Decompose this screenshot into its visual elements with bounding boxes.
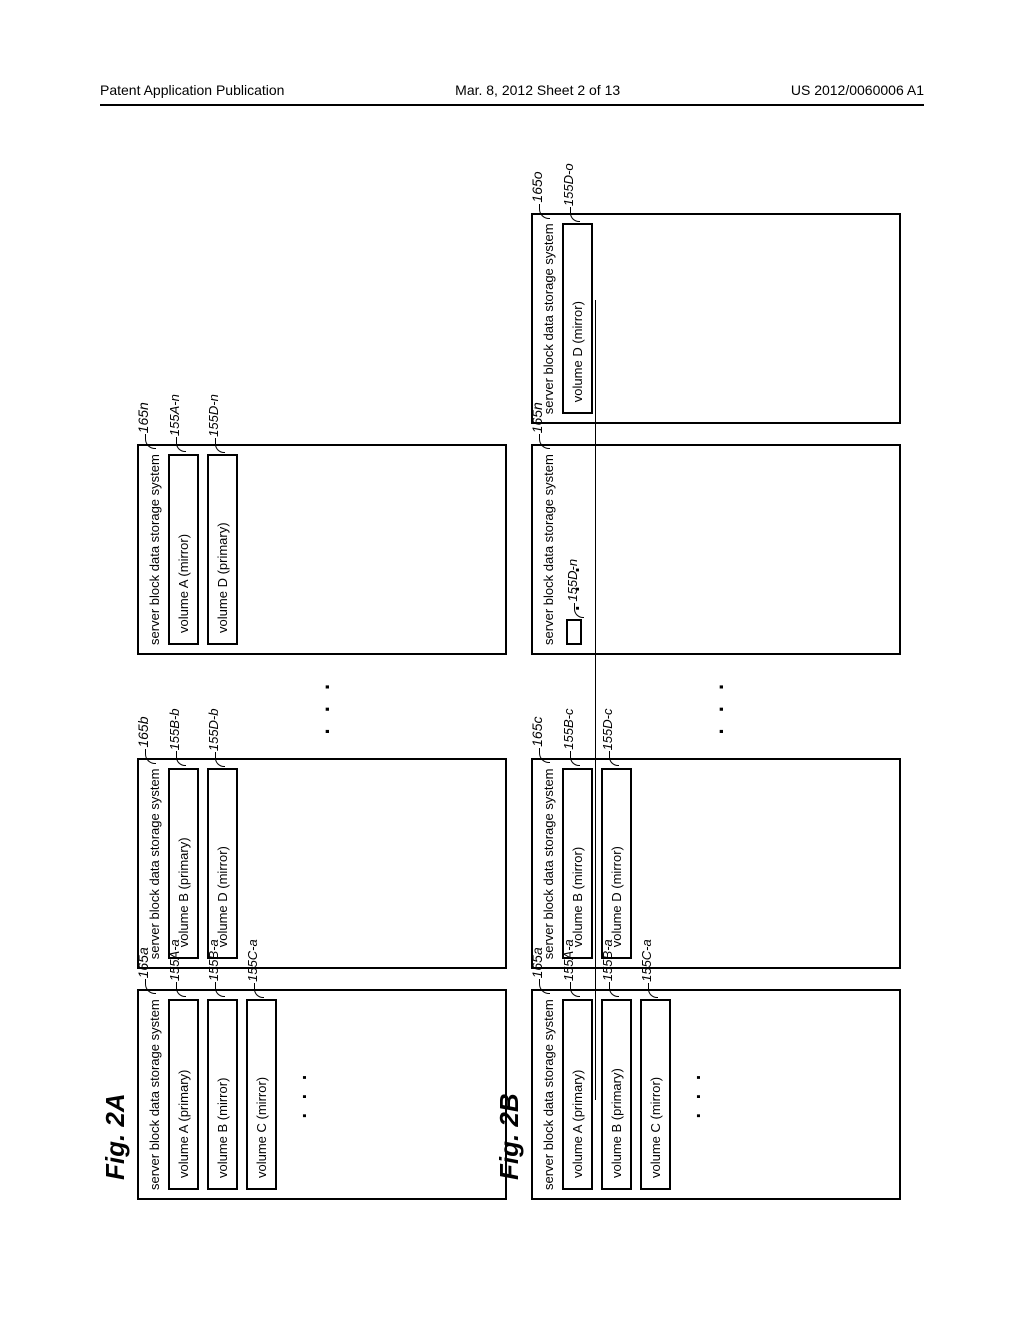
system-label: server block data storage system [541,769,556,960]
ref-label: 155A-n [167,394,182,436]
volume-box: volume A (primary) 155A-a [168,999,199,1190]
volume-label: volume B (mirror) [215,1078,230,1178]
volume-label: volume B (primary) [176,837,191,947]
system-label: server block data storage system [541,454,556,645]
ellipsis-icon: . . . [531,675,901,739]
header-mid: Mar. 8, 2012 Sheet 2 of 13 [455,82,620,98]
volume-box: volume B (mirror) 155B-a [207,999,238,1190]
system-label: server block data storage system [147,454,162,645]
volume-box: volume C (mirror) 155C-a [246,999,277,1190]
ref-label: 165o [529,171,545,202]
volume-box: volume D (mirror) 155D-c [601,769,632,960]
system-165n: 165n server block data storage system vo… [137,444,507,655]
system-165o: 165o server block data storage system vo… [531,213,901,424]
figure-2a: Fig. 2A 165a server block data storage s… [100,140,530,1200]
figure-2b-title: Fig. 2B [494,140,525,1180]
ellipsis-icon: . . . [289,999,312,1190]
ellipsis-icon: . . . [137,675,507,739]
figure-2a-title: Fig. 2A [100,140,131,1180]
header-left: Patent Application Publication [100,82,284,98]
ref-label: 155B-c [561,709,576,750]
volume-label: volume C (mirror) [254,1077,269,1178]
system-165b: 165b server block data storage system vo… [137,759,507,970]
ref-label: 165n [135,402,151,433]
volume-box: volume B (primary) 155B-a [601,999,632,1190]
ref-label: 155D-n [565,559,580,602]
system-label: server block data storage system [541,223,556,414]
ref-label: 165b [135,717,151,748]
volume-label: volume A (primary) [176,1070,191,1178]
volume-box: volume A (mirror) 155A-n [168,454,199,645]
volume-box: volume D (mirror) 155D-o [562,223,593,414]
drawing-area: Fig. 2A 165a server block data storage s… [100,140,924,1220]
page-header: Patent Application Publication Mar. 8, 2… [100,82,924,106]
figure-2b-systems: 165a server block data storage system vo… [531,140,901,1200]
ref-label: 155D-o [561,163,576,206]
ref-label: 155B-b [167,709,182,751]
volume-label: volume B (mirror) [570,847,585,947]
volume-box: volume D (mirror) 155D-b [207,769,238,960]
volume-label: volume A (mirror) [176,534,191,633]
volume-box: volume D (primary) 155D-n [207,454,238,645]
volume-box: volume A (primary) 155A-a [562,999,593,1190]
figure-2a-systems: 165a server block data storage system vo… [137,140,507,1200]
system-165a: 165a server block data storage system vo… [137,989,507,1200]
volume-box: volume B (mirror) 155B-c [562,769,593,960]
system-165n-b: 165n server block data storage system 15… [531,444,901,655]
volume-box-blank: 155D-n [566,619,582,645]
volume-box: volume C (mirror) 155C-a [640,999,671,1190]
ref-label: 155D-b [206,709,221,752]
figure-2b: Fig. 2B 165a server block data storage s… [494,140,924,1200]
volume-label: volume D (mirror) [215,846,230,947]
system-165a-b: 165a server block data storage system vo… [531,989,901,1200]
ref-label: 165c [529,717,545,747]
header-right: US 2012/0060006 A1 [791,82,924,98]
volume-label: volume A (primary) [570,1070,585,1178]
ref-label: 155D-n [206,394,221,437]
volume-label: volume C (mirror) [648,1077,663,1178]
volume-label: volume D (mirror) [570,301,585,402]
volume-box: volume B (primary) 155B-b [168,769,199,960]
volume-label: volume D (mirror) [609,846,624,947]
system-165c: 165c server block data storage system vo… [531,759,901,970]
ellipsis-icon: . . . [683,999,706,1190]
ref-label: 155D-c [600,709,615,751]
system-label: server block data storage system [541,999,556,1190]
volume-label: volume D (primary) [215,522,230,633]
volume-label: volume B (primary) [609,1068,624,1178]
system-label: server block data storage system [147,999,162,1190]
system-label: server block data storage system [147,769,162,960]
